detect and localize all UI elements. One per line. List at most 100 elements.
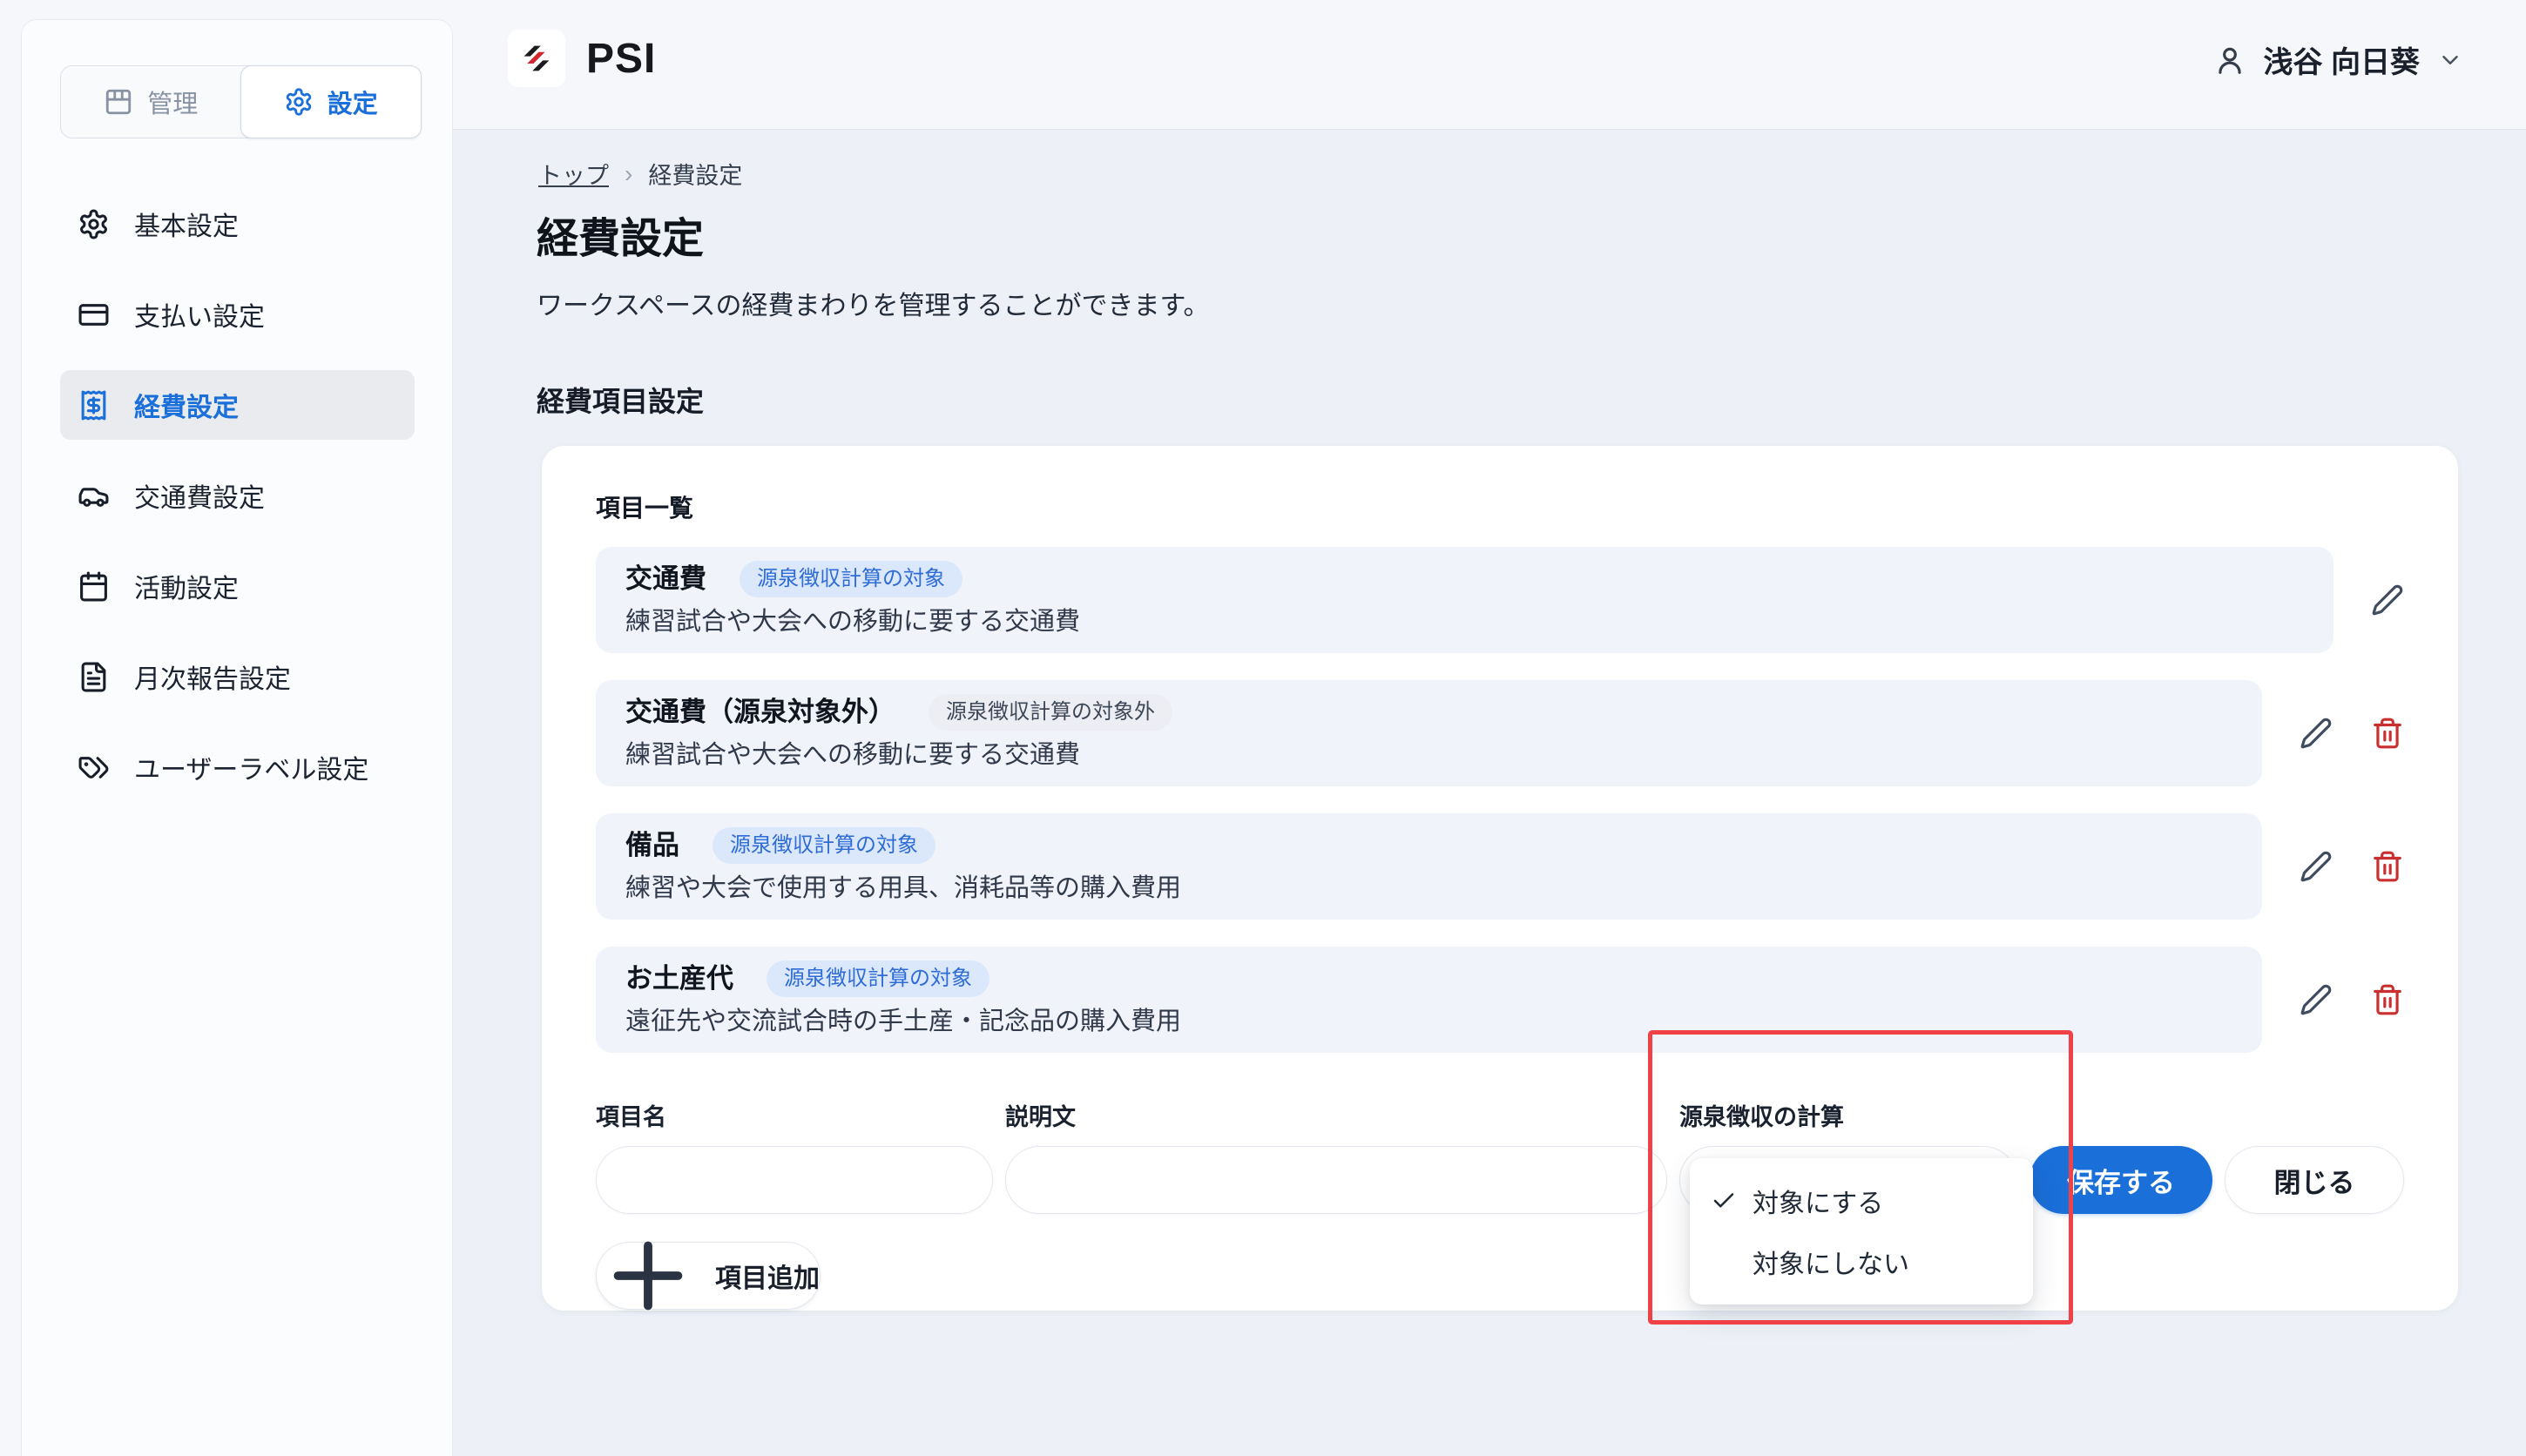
user-name: 浅谷 向日葵 [2264, 38, 2420, 81]
car-icon [78, 480, 110, 512]
sidebar-item-label: ユーザーラベル設定 [134, 748, 368, 786]
expense-item-name: 備品 [625, 827, 679, 864]
page-subtitle: ワークスペースの経費まわりを管理することができます。 [537, 284, 1210, 322]
trash-icon [2371, 717, 2404, 750]
expense-item-description: 練習試合や大会への移動に要する交通費 [625, 604, 2304, 639]
tab-management[interactable]: 管理 [61, 66, 241, 138]
pencil-icon [2300, 717, 2333, 750]
sidebar-item-calendar[interactable]: 活動設定 [60, 551, 415, 621]
item-description-label: 説明文 [1005, 1098, 1667, 1132]
item-name-label: 項目名 [596, 1098, 993, 1132]
save-button[interactable]: 保存する [2030, 1146, 2212, 1214]
row-actions [2300, 850, 2404, 883]
brand-home-link[interactable]: PSI [508, 30, 656, 87]
check-icon [1711, 1188, 1753, 1214]
tab-settings-label: 設定 [328, 84, 378, 120]
item-form: 項目名 説明文 源泉徴収の計算 対象にする 保存する 閉じる [596, 1098, 2404, 1214]
gear-icon [284, 87, 314, 117]
expense-item-panel: 備品源泉徴収計算の対象練習や大会で使用する用具、消耗品等の購入費用 [596, 813, 2262, 920]
sidebar-item-car[interactable]: 交通費設定 [60, 461, 415, 530]
withholding-option[interactable]: 対象にしない [1690, 1231, 2033, 1292]
tab-settings[interactable]: 設定 [240, 65, 422, 138]
pencil-icon [2371, 583, 2404, 617]
add-item-button[interactable]: 項目追加 [596, 1242, 821, 1310]
edit-item-button[interactable] [2300, 717, 2333, 750]
pencil-icon [2300, 850, 2333, 883]
tags-icon [78, 752, 110, 784]
sidebar: 管理 設定 基本設定支払い設定経費設定交通費設定活動設定月次報告設定ユーザーラベ… [21, 19, 453, 1456]
expense-item-row: 備品源泉徴収計算の対象練習や大会で使用する用具、消耗品等の購入費用 [596, 813, 2404, 920]
trash-icon [2371, 983, 2404, 1016]
receipt-icon [78, 389, 110, 421]
file-text-icon [78, 661, 110, 693]
receipt-icon [78, 389, 110, 421]
withholding-label: 源泉徴収の計算 [1679, 1098, 2017, 1132]
withholding-badge: 源泉徴収計算の対象 [713, 827, 935, 864]
pencil-icon [2300, 983, 2333, 1016]
credit-card-icon [78, 299, 110, 331]
edit-item-button[interactable] [2300, 983, 2333, 1016]
trash-icon [2371, 850, 2404, 883]
sidebar-item-credit-card[interactable]: 支払い設定 [60, 280, 415, 349]
edit-item-button[interactable] [2300, 850, 2333, 883]
item-description-input[interactable] [1005, 1146, 1667, 1214]
file-text-icon [78, 661, 110, 693]
item-list-title: 項目一覧 [596, 489, 2404, 524]
page-title: 経費設定 [537, 204, 704, 265]
withholding-badge: 源泉徴収計算の対象 [740, 561, 962, 597]
expense-item-row: お土産代源泉徴収計算の対象遠征先や交流試合時の手土産・記念品の購入費用 [596, 947, 2404, 1053]
user-menu[interactable]: 浅谷 向日葵 [2213, 38, 2463, 81]
withholding-badge: 源泉徴収計算の対象外 [929, 694, 1172, 731]
delete-item-button[interactable] [2371, 983, 2404, 1016]
car-icon [78, 480, 110, 512]
expense-item-description: 練習や大会で使用する用具、消耗品等の購入費用 [625, 871, 2232, 906]
chevron-down-icon [2437, 47, 2463, 73]
user-icon [2213, 44, 2246, 77]
plus-icon [597, 1224, 699, 1327]
sidebar-item-receipt[interactable]: 経費設定 [60, 370, 415, 440]
sidebar-mode-switch: 管理 設定 [60, 65, 422, 138]
withholding-option-label: 対象にしない [1753, 1243, 1909, 1281]
expense-item-name: 交通費 [625, 561, 706, 597]
expense-item-description: 遠征先や交流試合時の手土産・記念品の購入費用 [625, 1004, 2232, 1039]
chevron-down-icon [2437, 47, 2463, 73]
sidebar-item-label: 活動設定 [134, 567, 239, 605]
tags-icon [78, 752, 110, 784]
psi-logo-icon [508, 30, 565, 87]
row-actions [2371, 583, 2404, 617]
plus-icon [597, 1224, 699, 1327]
expense-item-list: 交通費源泉徴収計算の対象練習試合や大会への移動に要する交通費交通費（源泉対象外）… [596, 547, 2404, 1053]
expense-item-name: お土産代 [625, 961, 733, 997]
expense-item-panel: 交通費源泉徴収計算の対象練習試合や大会への移動に要する交通費 [596, 547, 2334, 653]
withholding-badge: 源泉徴収計算の対象 [767, 961, 989, 997]
table-icon [104, 87, 133, 117]
sidebar-item-label: 支払い設定 [134, 295, 265, 334]
delete-item-button[interactable] [2371, 850, 2404, 883]
table-icon [104, 87, 133, 117]
breadcrumb-current: 経費設定 [648, 157, 742, 191]
expense-item-description: 練習試合や大会への移動に要する交通費 [625, 738, 2232, 772]
breadcrumb-home-link[interactable]: トップ [538, 157, 609, 191]
user-icon [2213, 44, 2246, 77]
check-icon [1711, 1188, 1737, 1214]
tab-management-label: 管理 [147, 84, 198, 120]
credit-card-icon [78, 299, 110, 331]
sidebar-item-gear[interactable]: 基本設定 [60, 189, 415, 259]
withholding-dropdown-menu: 対象にする対象にしない [1690, 1158, 2033, 1304]
gear-icon [78, 208, 110, 240]
sidebar-item-label: 交通費設定 [134, 476, 265, 515]
sidebar-item-file-text[interactable]: 月次報告設定 [60, 642, 415, 711]
logo-text: PSI [586, 35, 656, 83]
withholding-option[interactable]: 対象にする [1690, 1170, 2033, 1231]
expense-item-name: 交通費（源泉対象外） [625, 694, 895, 731]
withholding-option-label: 対象にする [1753, 1182, 1883, 1220]
item-name-input[interactable] [596, 1146, 993, 1214]
sidebar-nav: 基本設定支払い設定経費設定交通費設定活動設定月次報告設定ユーザーラベル設定 [60, 189, 414, 802]
sidebar-item-tags[interactable]: ユーザーラベル設定 [60, 732, 415, 802]
calendar-icon [78, 570, 110, 603]
calendar-icon [78, 570, 110, 603]
sidebar-item-label: 月次報告設定 [134, 657, 291, 696]
close-button[interactable]: 閉じる [2225, 1146, 2404, 1214]
delete-item-button[interactable] [2371, 717, 2404, 750]
edit-item-button[interactable] [2371, 583, 2404, 617]
